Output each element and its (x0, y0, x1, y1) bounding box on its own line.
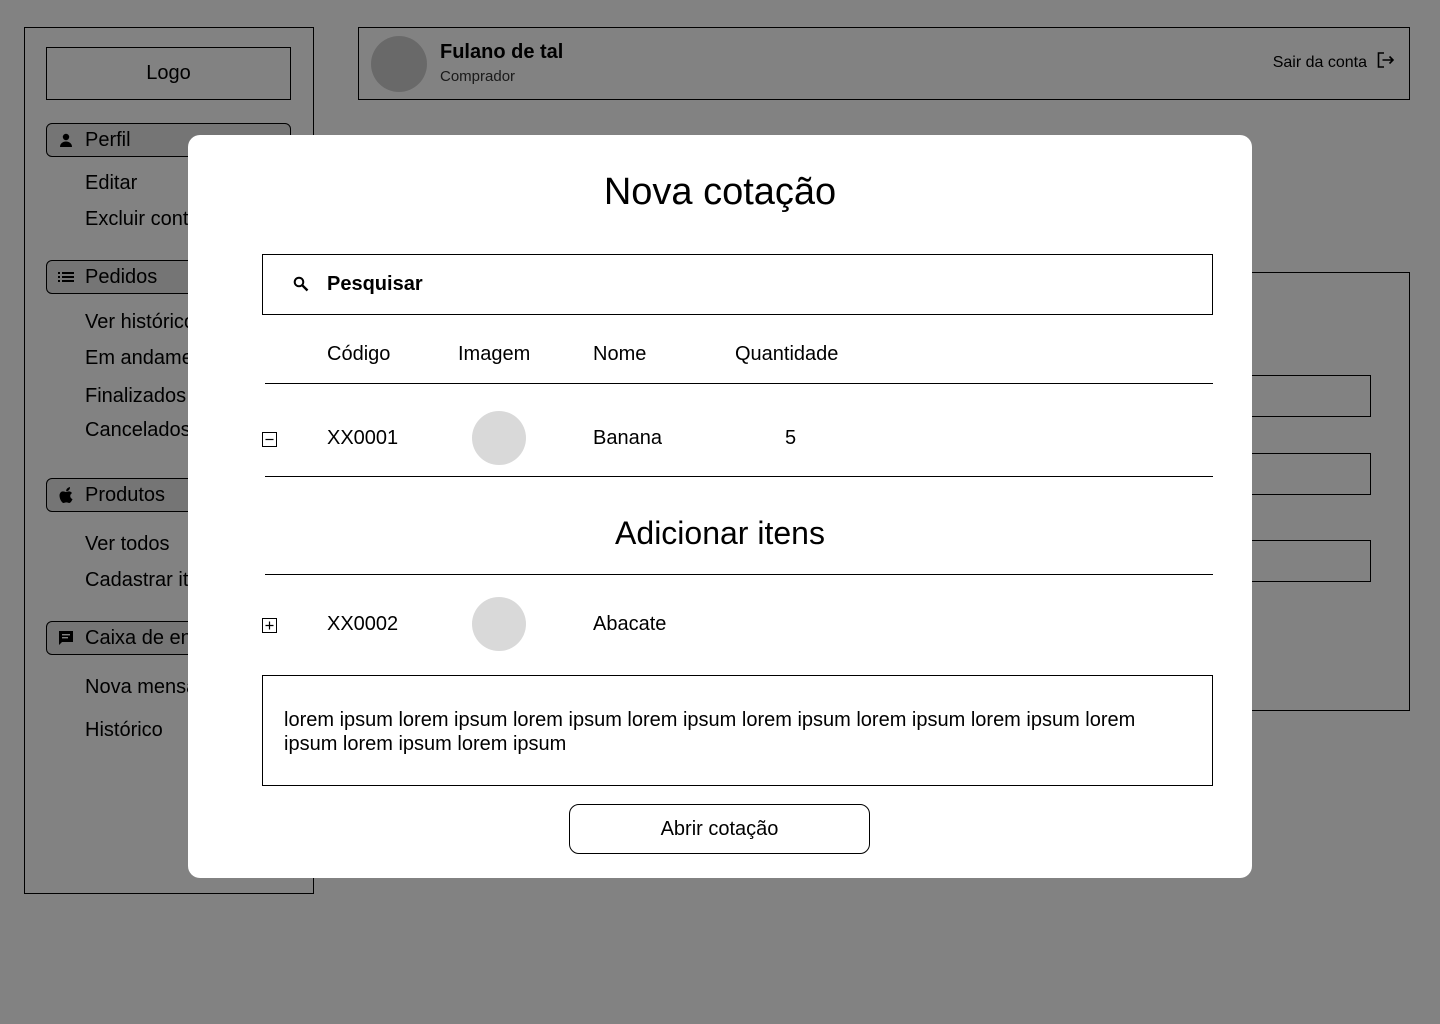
minus-icon (265, 438, 274, 441)
item-image (472, 411, 526, 465)
add-item-button[interactable] (262, 618, 277, 633)
plus-icon (265, 621, 274, 630)
search-bar[interactable] (262, 254, 1213, 315)
item-code: XX0001 (327, 427, 399, 449)
divider (265, 574, 1213, 575)
notes-textarea[interactable]: lorem ipsum lorem ipsum lorem ipsum lore… (262, 675, 1213, 786)
item-quantity[interactable]: 5 (785, 427, 796, 450)
column-header-codigo: Código (327, 343, 391, 365)
item-code: XX0002 (327, 613, 399, 635)
modal-title: Nova cotação (603, 171, 837, 213)
item-name: Banana (593, 427, 662, 449)
open-quote-button[interactable]: Abrir cotação (569, 804, 870, 854)
item-image (472, 597, 526, 651)
item-name: Abacate (593, 613, 667, 635)
remove-item-button[interactable] (262, 432, 277, 447)
add-items-title: Adicionar itens (615, 515, 825, 551)
divider (265, 383, 1213, 384)
search-input[interactable] (327, 273, 1127, 296)
divider (265, 476, 1213, 477)
column-header-imagem: Imagem (458, 343, 531, 365)
column-header-quantidade: Quantidade (735, 343, 839, 365)
new-quote-modal: Nova cotação Código Imagem Nome Quantida… (188, 135, 1252, 878)
search-icon (293, 276, 311, 294)
column-header-nome: Nome (593, 343, 647, 365)
